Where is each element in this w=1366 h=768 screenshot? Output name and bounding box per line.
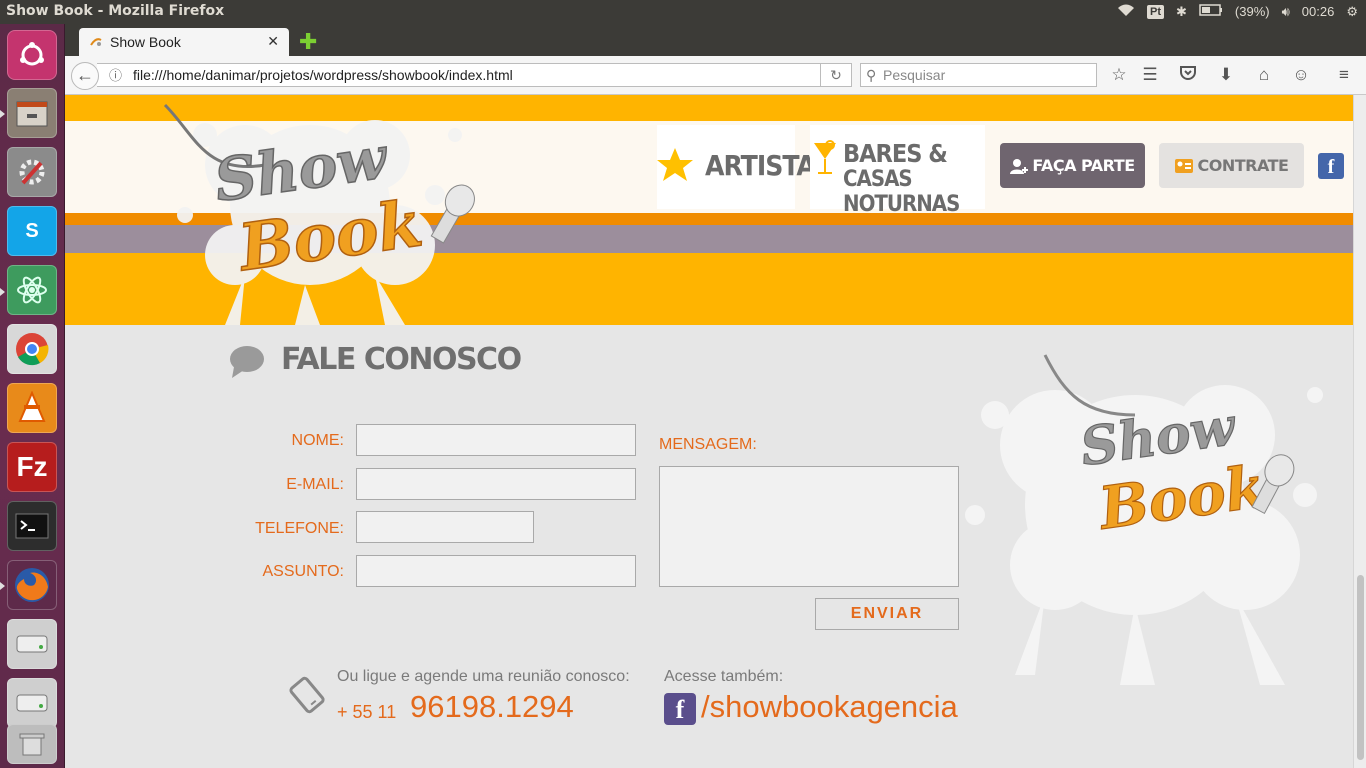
ubuntu-dash-icon[interactable]	[7, 30, 57, 80]
running-indicator	[0, 582, 5, 590]
wifi-icon[interactable]	[1117, 3, 1135, 20]
nav-artistas[interactable]: ARTISTAS	[657, 125, 833, 209]
download-icon[interactable]: ⬇	[1215, 64, 1237, 86]
tab-show-book[interactable]: Show Book ✕	[79, 28, 289, 56]
new-tab-button[interactable]: ✚	[299, 29, 317, 55]
nome-label: NOME:	[291, 432, 344, 449]
phone-icon	[289, 676, 325, 714]
url-bar[interactable]: ⓘ file:///home/danimar/projetos/wordpres…	[97, 63, 852, 87]
nav-bares[interactable]: BARES & CASAS NOTURNAS	[810, 125, 985, 217]
scrollbar-thumb[interactable]	[1357, 575, 1364, 760]
mensagem-label: MENSAGEM:	[659, 436, 757, 453]
bluetooth-icon[interactable]: ✱	[1176, 4, 1187, 20]
contrate-label: CONTRATE	[1197, 156, 1289, 175]
files-icon[interactable]	[7, 88, 57, 138]
telefone-field[interactable]	[356, 511, 534, 543]
faca-parte-label: FAÇA PARTE	[1032, 156, 1135, 175]
chrome-icon[interactable]	[7, 324, 57, 374]
search-placeholder: Pesquisar	[883, 67, 946, 83]
email-label: E-MAIL:	[286, 476, 344, 493]
telefone-label: TELEFONE:	[255, 520, 344, 537]
chat-bubble-icon	[230, 346, 264, 378]
home-icon[interactable]: ⌂	[1253, 64, 1275, 86]
nome-field[interactable]	[356, 424, 636, 456]
terminal-icon[interactable]	[7, 501, 57, 551]
url-text: file:///home/danimar/projetos/wordpress/…	[133, 67, 513, 83]
id-card-icon	[1174, 159, 1193, 173]
firefox-icon[interactable]	[7, 560, 57, 610]
show-book-logo-large: Show Book	[965, 354, 1323, 685]
clock[interactable]: 00:26	[1302, 4, 1335, 19]
close-tab-icon[interactable]: ✕	[267, 33, 279, 50]
search-icon: ⚲	[866, 67, 877, 83]
gear-icon[interactable]: ⚙	[1346, 4, 1358, 20]
battery-icon[interactable]	[1199, 4, 1223, 19]
info-icon[interactable]: ⓘ	[109, 65, 122, 87]
search-input[interactable]: ⚲ Pesquisar	[860, 63, 1097, 87]
window-title: Show Book - Mozilla Firefox	[6, 3, 225, 19]
atom-icon[interactable]	[7, 265, 57, 315]
keyboard-layout-indicator[interactable]: Pt	[1147, 4, 1164, 19]
volume-icon[interactable]: 🔊︎	[1282, 4, 1290, 20]
contrate-button[interactable]: CONTRATE	[1159, 143, 1304, 188]
page-scrollbar[interactable]	[1353, 95, 1366, 768]
star-icon	[657, 148, 693, 181]
disk-icon[interactable]	[7, 619, 57, 669]
chat-icon[interactable]: ☺	[1290, 64, 1312, 86]
add-user-icon	[1010, 159, 1029, 174]
mensagem-textarea[interactable]	[659, 466, 959, 587]
also-text: Acesse também:	[664, 668, 784, 685]
facebook-icon[interactable]: f	[664, 693, 696, 725]
filezilla-icon[interactable]: Fz	[7, 442, 57, 492]
nav-bares-line2: CASAS NOTURNAS	[843, 167, 960, 217]
navigation-bar: ⓘ file:///home/danimar/projetos/wordpres…	[65, 56, 1366, 95]
tab-title: Show Book	[110, 34, 181, 50]
trash-icon[interactable]	[7, 724, 57, 764]
skype-icon[interactable]: S	[7, 206, 57, 256]
launcher: S Fz	[0, 24, 65, 768]
faca-parte-button[interactable]: FAÇA PARTE	[1000, 143, 1145, 188]
reader-list-icon[interactable]: ☰	[1139, 64, 1161, 86]
bookmark-star-icon[interactable]: ☆	[1108, 64, 1130, 86]
cocktail-icon	[814, 140, 836, 174]
favicon-icon	[90, 38, 102, 46]
facebook-icon[interactable]: f	[1318, 153, 1344, 179]
menu-icon[interactable]: ≡	[1333, 64, 1355, 86]
running-indicator	[0, 288, 5, 296]
assunto-label: ASSUNTO:	[262, 563, 345, 580]
tab-bar: Show Book ✕ ✚	[65, 24, 1366, 56]
email-field[interactable]	[356, 468, 636, 500]
system-settings-icon[interactable]	[7, 147, 57, 197]
phone-number: 96198.1294	[410, 689, 574, 724]
nav-bares-line1: BARES &	[843, 139, 948, 168]
phone-prefix: + 55 11	[337, 702, 397, 722]
vlc-icon[interactable]	[7, 383, 57, 433]
call-text: Ou ligue e agende uma reunião conosco:	[337, 668, 630, 685]
system-tray: Pt ✱ (39%) 🔊︎ 00:26 ⚙	[1117, 3, 1358, 20]
running-indicator	[0, 110, 5, 118]
reload-button[interactable]: ↻	[820, 63, 852, 87]
assunto-field[interactable]	[356, 555, 636, 587]
pocket-icon[interactable]	[1177, 64, 1199, 86]
page-title: FALE CONOSCO	[281, 342, 522, 377]
web-page: Show Book ARTISTAS BARES & CASAS NOTURNA…	[65, 95, 1353, 768]
battery-percent: (39%)	[1234, 4, 1270, 19]
top-panel: Show Book - Mozilla Firefox Pt ✱ (39%) 🔊…	[0, 0, 1366, 24]
disk-icon[interactable]	[7, 678, 57, 728]
show-book-logo[interactable]: Show Book	[145, 95, 475, 325]
back-button[interactable]: ←	[71, 62, 99, 90]
